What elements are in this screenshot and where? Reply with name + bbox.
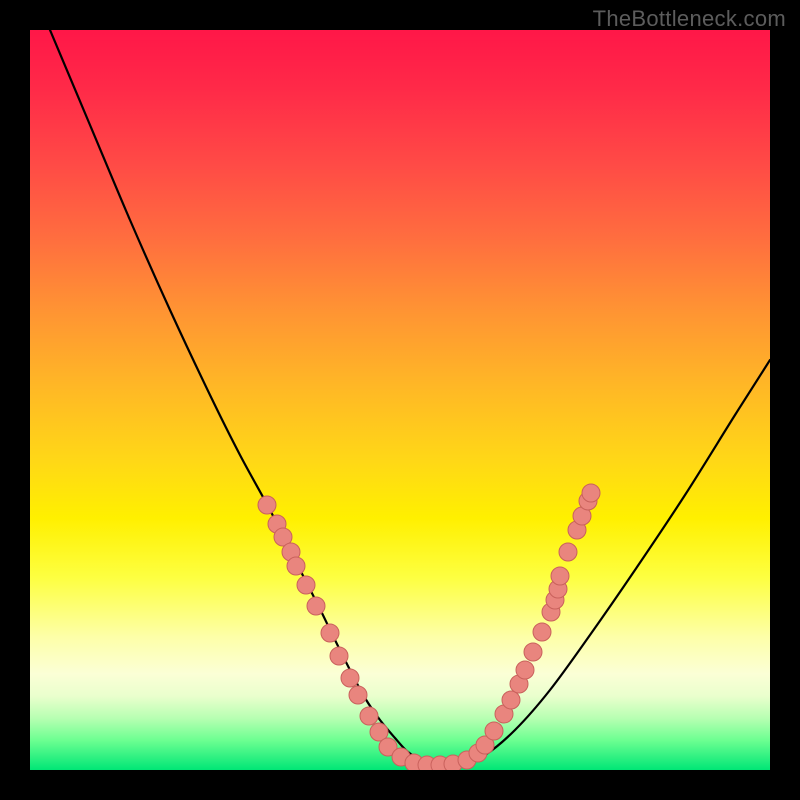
data-marker [258, 496, 276, 514]
chart-frame: TheBottleneck.com [0, 0, 800, 800]
data-marker [349, 686, 367, 704]
data-markers [258, 484, 600, 770]
watermark-text: TheBottleneck.com [593, 6, 786, 32]
data-marker [551, 567, 569, 585]
data-marker [360, 707, 378, 725]
data-marker [582, 484, 600, 502]
plot-area [30, 30, 770, 770]
data-marker [559, 543, 577, 561]
curve-group [50, 30, 770, 766]
data-marker [485, 722, 503, 740]
data-marker [524, 643, 542, 661]
bottleneck-curve [50, 30, 770, 766]
data-marker [297, 576, 315, 594]
data-marker [330, 647, 348, 665]
data-marker [287, 557, 305, 575]
data-marker [502, 691, 520, 709]
data-marker [533, 623, 551, 641]
data-marker [341, 669, 359, 687]
data-marker [321, 624, 339, 642]
chart-svg [30, 30, 770, 770]
data-marker [307, 597, 325, 615]
data-marker [516, 661, 534, 679]
